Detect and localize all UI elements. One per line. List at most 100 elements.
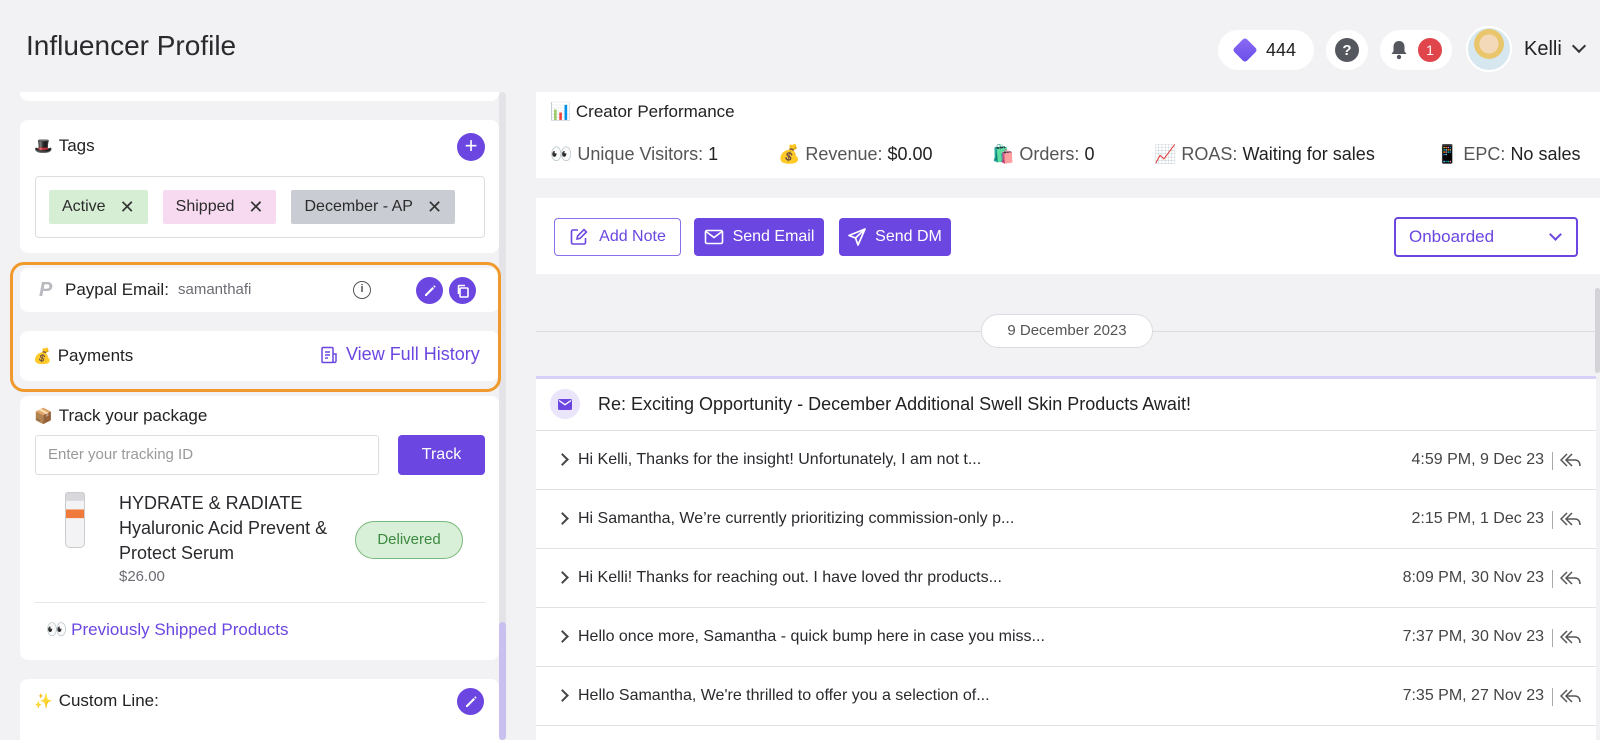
separator <box>1552 688 1553 706</box>
message-row[interactable]: Hi Kelli! Thanks for reaching out. I hav… <box>536 549 1596 608</box>
message-row[interactable]: Hello Samantha, We're thrilled to offer … <box>536 667 1596 726</box>
tags-title-text: Tags <box>58 136 95 155</box>
message-row[interactable]: Hello once more, Samantha - quick bump h… <box>536 608 1596 667</box>
message-time: 8:09 PM, 30 Nov 23 <box>1402 569 1544 586</box>
page-title: Influencer Profile <box>26 30 237 61</box>
product-price: $26.00 <box>119 568 165 585</box>
delivery-status-badge: Delivered <box>355 521 463 559</box>
add-note-label: Add Note <box>599 228 666 245</box>
help-button[interactable]: ? <box>1326 30 1368 70</box>
thread-header[interactable]: Re: Exciting Opportunity - December Addi… <box>536 379 1596 431</box>
email-thread: Re: Exciting Opportunity - December Addi… <box>536 376 1596 740</box>
performance-title-text: Creator Performance <box>575 102 735 121</box>
close-icon[interactable]: ✕ <box>427 197 442 218</box>
top-bar: Influencer Profile 444 ? 1 Kelli <box>0 0 1600 92</box>
track-title-text: Track your package <box>58 406 208 425</box>
edit-custom-line-button[interactable] <box>457 688 484 715</box>
add-note-button[interactable]: Add Note <box>554 218 681 256</box>
reply-all-icon[interactable] <box>1560 687 1582 705</box>
stat-value: No sales <box>1510 144 1581 164</box>
message-row[interactable]: Hi Samantha, We’re currently prioritizin… <box>536 490 1596 549</box>
tag-label: December - AP <box>304 198 413 215</box>
stat-label: EPC: <box>1463 144 1506 164</box>
notifications-button[interactable]: 1 <box>1380 30 1452 70</box>
action-bar: Add Note Send Email Send DM Onboarded <box>536 198 1600 274</box>
user-menu[interactable]: Kelli <box>1466 26 1586 72</box>
product-image <box>65 492 85 548</box>
tag-label: Active <box>62 198 106 215</box>
send-dm-button[interactable]: Send DM <box>839 218 951 256</box>
tracking-id-input[interactable]: Enter your tracking ID <box>35 435 379 475</box>
reply-all-icon[interactable] <box>1560 569 1582 587</box>
left-scrollbar-thumb[interactable] <box>499 622 506 740</box>
tag-december-ap: December - AP ✕ <box>291 190 456 224</box>
mail-icon <box>550 389 580 419</box>
stat-unique-visitors: 👀 Unique Visitors: 1 <box>550 144 718 165</box>
custom-line-title: ✨ Custom Line: <box>34 691 159 711</box>
message-row[interactable]: Hi Kelli, Thanks for the insight! Unfort… <box>536 431 1596 490</box>
chevron-right-icon <box>556 453 569 466</box>
tag-shipped: Shipped ✕ <box>162 190 277 224</box>
message-time: 7:35 PM, 27 Nov 23 <box>1402 687 1544 704</box>
phone-icon: 📱 <box>1436 144 1459 164</box>
reply-all-icon[interactable] <box>1560 451 1582 469</box>
thread-subject: Re: Exciting Opportunity - December Addi… <box>598 394 1191 414</box>
highlight-outline <box>10 262 501 392</box>
stat-epc: 📱 EPC: No sales <box>1436 144 1580 165</box>
message-preview: Hello once more, Samantha - quick bump h… <box>578 628 1045 645</box>
message-time: 4:59 PM, 9 Dec 23 <box>1411 451 1544 468</box>
send-email-button[interactable]: Send Email <box>694 218 824 256</box>
close-icon[interactable]: ✕ <box>120 197 135 218</box>
send-dm-label: Send DM <box>875 228 942 245</box>
stat-label: Unique Visitors: <box>577 144 704 164</box>
envelope-icon <box>704 229 723 245</box>
reply-all-icon[interactable] <box>1560 510 1582 528</box>
package-icon: 📦 <box>34 408 53 425</box>
bell-icon <box>1391 41 1407 60</box>
stat-label: ROAS: <box>1181 144 1238 164</box>
creator-performance-card: 📊 Creator Performance 👀 Unique Visitors:… <box>536 92 1600 178</box>
reply-all-icon[interactable] <box>1560 628 1582 646</box>
note-edit-icon <box>570 228 588 245</box>
right-scrollbar-thumb[interactable] <box>1595 288 1600 373</box>
track-package-card: 📦 Track your package Enter your tracking… <box>20 396 499 660</box>
chevron-down-icon <box>1549 228 1562 241</box>
stat-value: 1 <box>708 144 719 164</box>
left-panel: 🎩 Tags + Active ✕ Shipped ✕ December - A… <box>0 92 510 740</box>
trend-up-icon: 📈 <box>1154 144 1177 164</box>
track-button[interactable]: Track <box>398 435 485 475</box>
message-time: 2:15 PM, 1 Dec 23 <box>1411 510 1544 527</box>
top-hat-icon: 🎩 <box>34 138 53 155</box>
message-preview: Hi Samantha, We’re currently prioritizin… <box>578 510 1015 527</box>
stat-value: $0.00 <box>887 144 933 164</box>
tag-active: Active ✕ <box>49 190 148 224</box>
separator <box>1552 511 1553 529</box>
stat-value: 0 <box>1084 144 1095 164</box>
eyes-icon: 👀 <box>46 620 68 639</box>
date-separator: 9 December 2023 <box>981 314 1153 348</box>
message-preview: Hi Kelli! Thanks for reaching out. I hav… <box>578 569 1002 586</box>
custom-line-card: ✨ Custom Line: <box>20 679 499 740</box>
gem-icon <box>1232 37 1258 63</box>
notification-badge: 1 <box>1418 38 1442 62</box>
previously-shipped-label: Previously Shipped Products <box>71 620 289 639</box>
message-time: 7:37 PM, 30 Nov 23 <box>1402 628 1544 645</box>
card-top-edge <box>20 92 499 101</box>
chevron-right-icon <box>556 689 569 702</box>
message-preview: Hello Samantha, We're thrilled to offer … <box>578 687 990 704</box>
close-icon[interactable]: ✕ <box>248 197 263 218</box>
gems-count: 444 <box>1265 39 1297 60</box>
previously-shipped-link[interactable]: 👀 Previously Shipped Products <box>46 620 289 640</box>
status-dropdown[interactable]: Onboarded <box>1394 217 1578 257</box>
add-tag-button[interactable]: + <box>457 133 485 161</box>
send-email-label: Send Email <box>732 228 815 245</box>
divider <box>35 602 485 603</box>
stat-value: Waiting for sales <box>1242 144 1375 164</box>
money-bag-icon: 💰 <box>778 144 801 164</box>
gems-counter[interactable]: 444 <box>1218 30 1314 70</box>
tags-title: 🎩 Tags <box>34 136 95 156</box>
chevron-right-icon <box>556 512 569 525</box>
chevron-right-icon <box>556 571 569 584</box>
pencil-icon <box>465 695 477 707</box>
tags-box: Active ✕ Shipped ✕ December - AP ✕ <box>35 176 485 238</box>
